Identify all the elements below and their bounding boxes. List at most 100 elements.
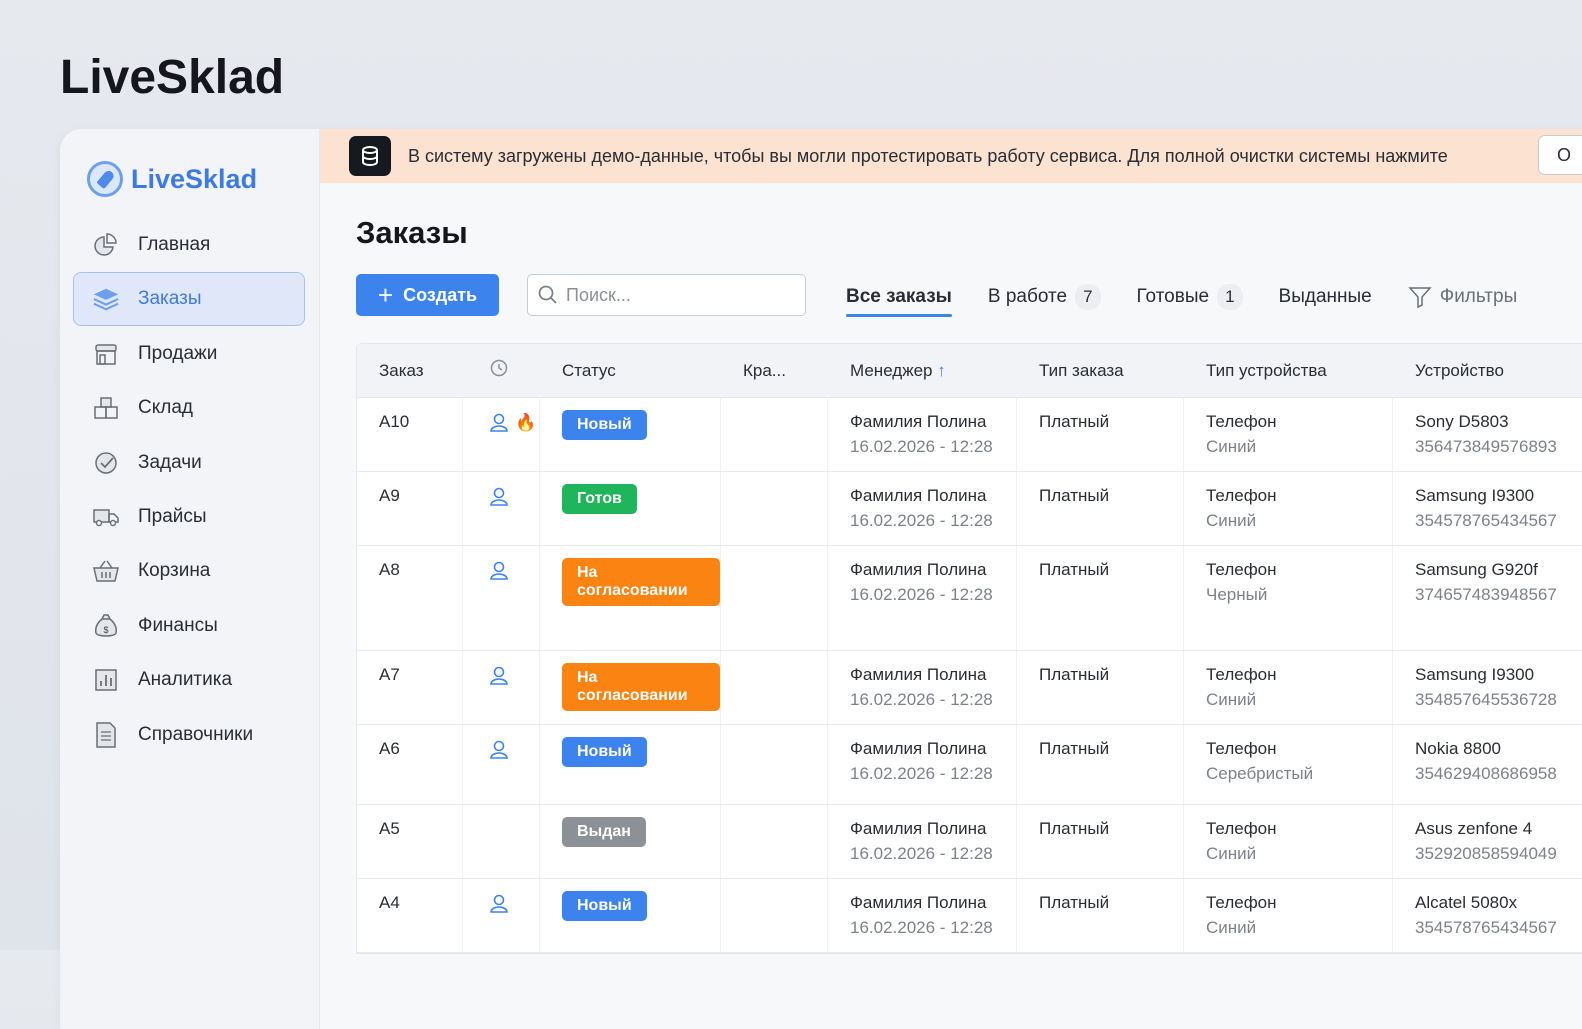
table-row[interactable]: A4 Новый Фамилия Полина 16.02.2026 - 12:2… — [357, 879, 1582, 953]
status-badge[interactable]: Выдан — [562, 817, 646, 847]
status-badge[interactable]: На согласовании — [562, 558, 720, 606]
manager-name: Фамилия Полина — [850, 893, 987, 912]
pie-chart-icon — [92, 231, 120, 259]
sidebar-item-3[interactable]: Склад — [73, 381, 305, 435]
device-color: Синий — [1206, 690, 1257, 709]
status-cell: Готов — [540, 472, 721, 545]
order-flags — [463, 879, 540, 952]
tab-1[interactable]: В работе 7 — [988, 279, 1101, 315]
order-type: Платный — [1017, 398, 1184, 471]
order-type: Платный — [1017, 546, 1184, 650]
manager-cell: Фамилия Полина 16.02.2026 - 12:28 — [828, 651, 1017, 724]
device-cell: Asus zenfone 4 352920858594049 — [1393, 805, 1582, 878]
search-input[interactable] — [566, 284, 786, 306]
manager-cell: Фамилия Полина 16.02.2026 - 12:28 — [828, 725, 1017, 804]
sidebar-item-8[interactable]: Аналитика — [73, 653, 305, 707]
status-cell: Новый — [540, 398, 721, 471]
manager-cell: Фамилия Полина 16.02.2026 - 12:28 — [828, 398, 1017, 471]
device-name: Asus zenfone 4 — [1415, 819, 1533, 838]
table-row[interactable]: A8 На согласовании Фамилия Полина 16.02.2… — [357, 546, 1582, 651]
manager-name: Фамилия Полина — [850, 819, 987, 838]
column-header-2[interactable]: Статус — [540, 361, 721, 381]
device-type-cell: Телефон Синий — [1184, 805, 1393, 878]
sidebar-item-1[interactable]: Заказы — [73, 272, 305, 327]
column-header-6[interactable]: Тип устройства — [1184, 361, 1393, 381]
order-id[interactable]: A5 — [357, 805, 463, 878]
order-id[interactable]: A9 — [357, 472, 463, 545]
order-date: 16.02.2026 - 12:28 — [850, 585, 993, 604]
status-badge[interactable]: Новый — [562, 891, 647, 921]
device-cell: Samsung G920f 374657483948567 — [1393, 546, 1582, 650]
table-row[interactable]: A6 Новый Фамилия Полина 16.02.2026 - 12:2… — [357, 725, 1582, 805]
order-id[interactable]: A8 — [357, 546, 463, 650]
table-row[interactable]: A7 На согласовании Фамилия Полина 16.02.2… — [357, 651, 1582, 725]
manager-name: Фамилия Полина — [850, 486, 987, 505]
clear-demo-button[interactable]: О — [1538, 135, 1582, 175]
status-cell: Новый — [540, 879, 721, 952]
tab-2[interactable]: Готовые 1 — [1137, 279, 1243, 315]
tab-label: Все заказы — [846, 286, 952, 307]
order-flags — [463, 725, 540, 804]
device-color: Синий — [1206, 844, 1257, 863]
sidebar-item-6[interactable]: Корзина — [73, 544, 305, 598]
column-header-0[interactable]: Заказ — [357, 361, 463, 381]
status-badge[interactable]: Новый — [562, 737, 647, 767]
search-box[interactable] — [527, 274, 806, 316]
device-name: Alcatel 5080x — [1415, 893, 1518, 912]
order-type: Платный — [1017, 725, 1184, 804]
table-header: Заказ Статус Кра... Менеджер ↑ Тип заказа Тип… — [357, 344, 1582, 398]
document-icon — [92, 721, 120, 749]
tab-0[interactable]: Все заказы — [846, 279, 952, 317]
sidebar-item-0[interactable]: Главная — [73, 218, 305, 272]
order-flags — [463, 472, 540, 545]
status-badge[interactable]: На согласовании — [562, 663, 720, 711]
sidebar-item-7[interactable]: $ Финансы — [73, 599, 305, 653]
order-type: Платный — [1017, 651, 1184, 724]
manager-cell: Фамилия Полина 16.02.2026 - 12:28 — [828, 546, 1017, 650]
sort-asc-icon: ↑ — [937, 360, 946, 380]
logo[interactable]: LiveSklad — [87, 161, 257, 197]
status-cell: На согласовании — [540, 546, 721, 650]
device-type-cell: Телефон Серебристый — [1184, 725, 1393, 804]
sidebar-item-9[interactable]: Справочники — [73, 708, 305, 762]
device-color: Черный — [1206, 585, 1268, 604]
tab-label: Готовые — [1136, 286, 1210, 307]
tab-3[interactable]: Выданные — [1279, 279, 1372, 315]
order-type: Платный — [1017, 472, 1184, 545]
sidebar-item-label: Финансы — [138, 614, 218, 636]
sidebar-item-4[interactable]: Задачи — [73, 436, 305, 490]
plus-icon: + — [377, 280, 394, 310]
sidebar-item-label: Аналитика — [138, 669, 233, 691]
app-window: LiveSklad Главная Заказы Продажи Склад Задач… — [60, 129, 1582, 1029]
create-order-button[interactable]: + Создать — [356, 274, 499, 316]
sidebar-item-label: Прайсы — [138, 505, 207, 527]
device-type-cell: Телефон Синий — [1184, 398, 1393, 471]
table-row[interactable]: A10 🔥 Новый Фамилия Полина 16.02.2026 - 1… — [357, 398, 1582, 472]
column-header-3[interactable]: Кра... — [721, 361, 828, 381]
orders-table: Заказ Статус Кра... Менеджер ↑ Тип заказа Тип… — [356, 343, 1582, 954]
order-id[interactable]: A10 — [357, 398, 463, 471]
history-icon — [490, 359, 508, 377]
column-header-label: Тип устройства — [1206, 360, 1327, 380]
filters-button[interactable]: Фильтры — [1408, 285, 1517, 309]
order-id[interactable]: A6 — [357, 725, 463, 804]
order-id[interactable]: A7 — [357, 651, 463, 724]
demo-data-banner: В систему загружены демо-данные, чтобы в… — [320, 129, 1582, 183]
column-header-1[interactable] — [463, 358, 540, 383]
column-header-4[interactable]: Менеджер ↑ — [828, 361, 1017, 381]
manager-name: Фамилия Полина — [850, 665, 987, 684]
table-row[interactable]: A5 Выдан Фамилия Полина 16.02.2026 - 12:2… — [357, 805, 1582, 879]
order-id[interactable]: A4 — [357, 879, 463, 952]
table-row[interactable]: A9 Готов Фамилия Полина 16.02.2026 - 12:2… — [357, 472, 1582, 546]
sidebar-item-2[interactable]: Продажи — [73, 327, 305, 381]
order-date: 16.02.2026 - 12:28 — [850, 511, 993, 530]
filter-icon — [1408, 287, 1432, 309]
sidebar: LiveSklad Главная Заказы Продажи Склад Задач… — [60, 129, 320, 1029]
order-flags — [463, 546, 540, 650]
status-badge[interactable]: Готов — [562, 484, 637, 514]
status-badge[interactable]: Новый — [562, 410, 647, 440]
sidebar-item-5[interactable]: Прайсы — [73, 490, 305, 544]
column-header-7[interactable]: Устройство — [1393, 361, 1582, 381]
column-header-5[interactable]: Тип заказа — [1017, 361, 1184, 381]
store-icon — [92, 340, 120, 368]
